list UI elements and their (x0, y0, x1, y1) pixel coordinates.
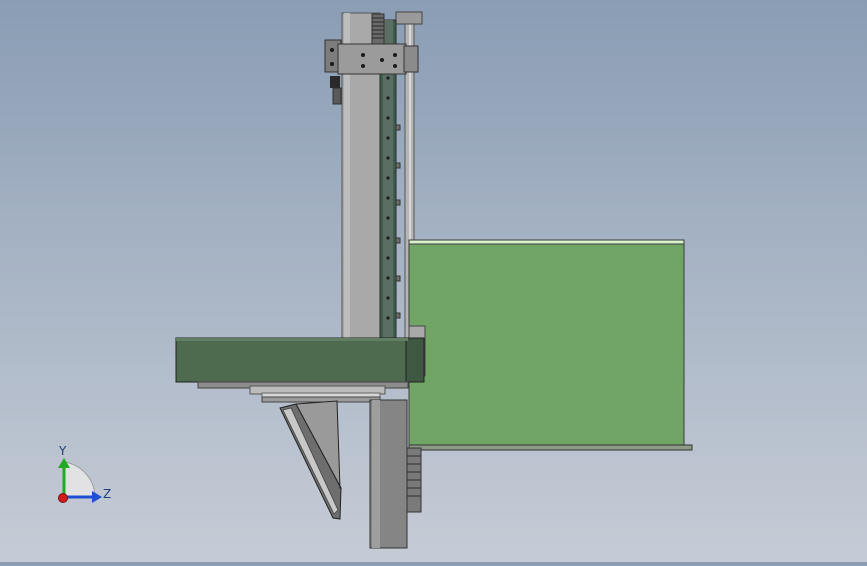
z-axis-label: Z (103, 487, 111, 501)
z-axis-arrow-icon (92, 491, 102, 503)
cad-viewport[interactable]: Y Z (0, 0, 867, 562)
cad-model-canvas[interactable]: Y Z (0, 0, 867, 562)
angled-chute[interactable] (279, 400, 342, 520)
rail-tabs (395, 124, 401, 319)
plate-underside (197, 381, 409, 403)
y-axis-label: Y (58, 444, 67, 458)
base-plate[interactable] (175, 337, 425, 383)
green-tank[interactable] (408, 239, 693, 451)
view-orientation-triad[interactable]: Y Z (58, 444, 111, 503)
x-axis-dot-icon (58, 493, 68, 503)
